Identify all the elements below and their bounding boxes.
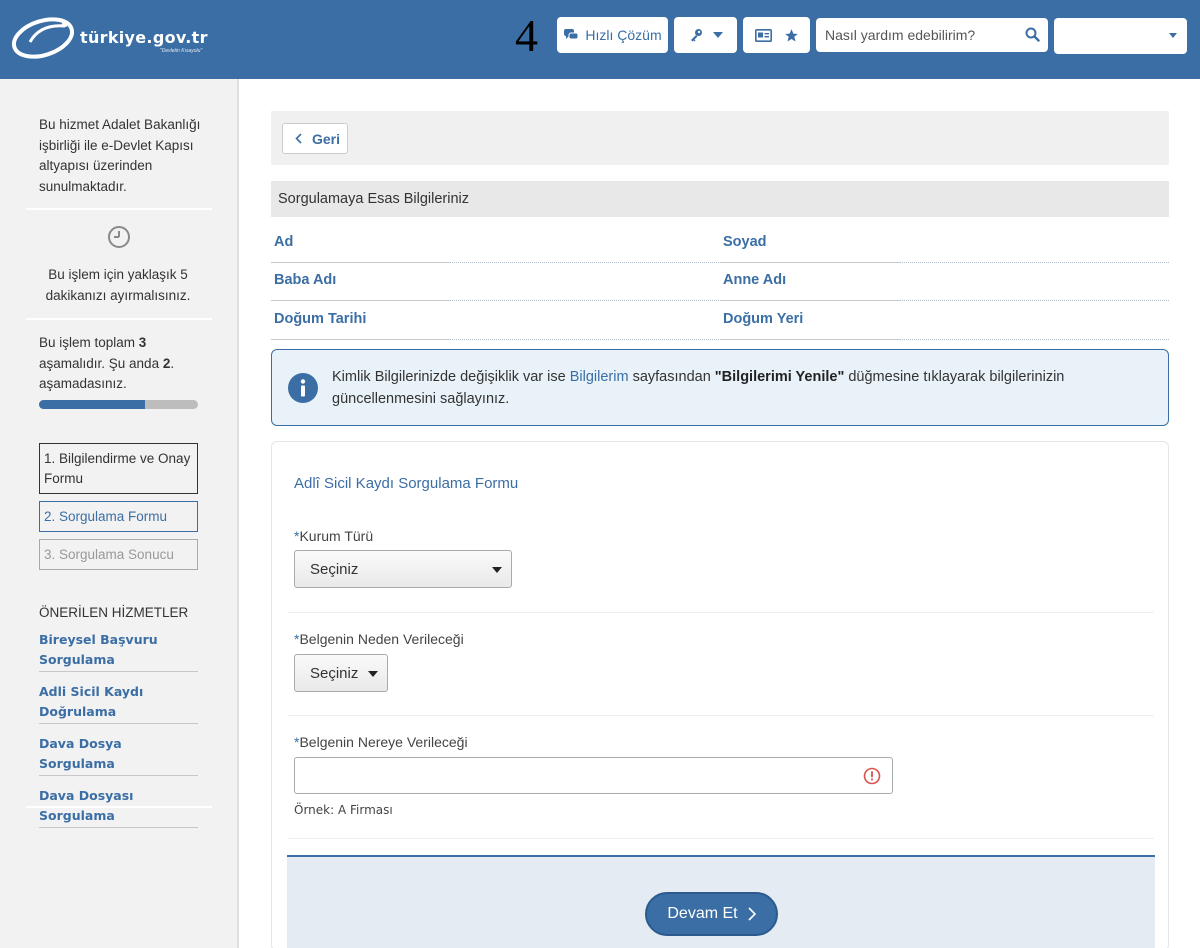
key-icon <box>690 29 702 42</box>
back-label: Geri <box>312 130 341 147</box>
left-sidebar: Bu hizmet Adalet Bakanlığı işbirliği ile… <box>0 79 237 948</box>
query-info-title: Sorgulamaya Esas Bilgileriniz <box>271 181 1169 217</box>
row-underline <box>720 339 900 340</box>
user-menu-select[interactable] <box>1054 18 1187 54</box>
logo-slogan: "Devletin Kısayolu" <box>160 48 203 54</box>
nereye-label: *Belgenin Nereye Verileceği <box>294 734 468 750</box>
neden-value: Seçiniz <box>310 664 359 682</box>
logo-text: türkiye.gov.tr <box>80 28 208 47</box>
star-icon <box>784 28 798 41</box>
stage-progress-fill <box>39 400 146 409</box>
chevron-right-icon <box>748 907 756 921</box>
top-header: türkiye.gov.tr "Devletin Kısayolu" 4 Hız… <box>0 0 1200 79</box>
neden-label: *Belgenin Neden Verileceği <box>294 631 464 647</box>
estimated-time-info: Bu işlem için yaklaşık 5 dakikanızı ayır… <box>45 267 191 303</box>
stage-progress-bar <box>39 400 198 409</box>
identity-row: Baba Adı Anne Adı <box>271 263 1169 301</box>
label-soyad: Soyad <box>723 234 767 250</box>
chat-bubbles-icon <box>564 29 579 40</box>
caret-down-icon <box>492 567 502 573</box>
id-card-icon <box>754 28 772 42</box>
kurum-turu-select[interactable]: Seçiniz <box>294 550 512 588</box>
login-dropdown-button[interactable] <box>674 17 737 53</box>
id-card-favorites-button[interactable] <box>743 17 810 53</box>
field-divider <box>288 715 1154 716</box>
stage-info: Bu işlem toplam 3 aşamalıdır. Şu anda 2.… <box>39 335 175 391</box>
back-button[interactable]: Geri <box>282 123 348 154</box>
main-content: Geri Sorgulamaya Esas Bilgileriniz Ad So… <box>237 79 1200 948</box>
row-underline <box>271 339 451 340</box>
recommended-link[interactable]: Dava Dosya Sorgulama <box>39 734 198 776</box>
step-item-query-result: 3. Sorgulama Sonucu <box>39 539 198 570</box>
clock-icon <box>108 226 130 248</box>
error-icon <box>863 767 881 785</box>
field-divider <box>288 838 1154 839</box>
caret-down-icon <box>1169 33 1177 38</box>
turkiye-gov-logo[interactable]: türkiye.gov.tr "Devletin Kısayolu" <box>10 12 220 64</box>
recommended-services-title: ÖNERİLEN HİZMETLER <box>39 605 189 620</box>
info-alert-text: Kimlik Bilgilerinizde değişiklik var ise… <box>332 369 1065 407</box>
field-divider <box>288 612 1154 613</box>
label-anne-adi: Anne Adı <box>723 272 787 288</box>
info-icon <box>288 373 318 403</box>
submit-area: Devam Et <box>287 855 1155 948</box>
step-item-query-form[interactable]: 2. Sorgulama Formu <box>39 501 198 532</box>
info-alert: Kimlik Bilgilerinizde değişiklik var ise… <box>271 349 1169 426</box>
caret-down-icon <box>368 671 378 677</box>
search-icon[interactable] <box>1025 27 1040 42</box>
chevron-left-icon <box>295 133 302 144</box>
label-dogum-tarihi: Doğum Tarihi <box>274 311 367 327</box>
quick-solution-label: Hızlı Çözüm <box>585 27 662 43</box>
service-provider-info: Bu hizmet Adalet Bakanlığı işbirliği ile… <box>39 117 201 194</box>
nereye-input[interactable] <box>295 758 855 793</box>
sidebar-divider <box>26 806 212 808</box>
nereye-hint: Örnek: A Firması <box>294 803 393 817</box>
label-ad: Ad <box>274 234 294 250</box>
recommended-link[interactable]: Bireysel Başvuru Sorgulama <box>39 630 198 672</box>
kurum-turu-label: *Kurum Türü <box>294 528 374 544</box>
back-bar: Geri <box>271 111 1169 165</box>
row-underline <box>271 300 451 301</box>
form-title: Adlî Sicil Kaydı Sorgulama Formu <box>294 475 519 492</box>
nereye-field <box>294 757 893 794</box>
label-dogum-yeri: Doğum Yeri <box>723 311 804 327</box>
label-baba-adi: Baba Adı <box>274 272 337 288</box>
search-input[interactable] <box>816 18 1016 52</box>
continue-button[interactable]: Devam Et <box>645 892 778 936</box>
recommended-link[interactable]: Adli Sicil Kaydı Doğrulama <box>39 682 198 724</box>
bilgilerim-link[interactable]: Bilgilerim <box>570 369 629 385</box>
step-item-information[interactable]: 1. Bilgilendirme ve Onay Formu <box>39 443 198 494</box>
sidebar-divider <box>26 208 212 210</box>
logo-emblem-icon <box>11 17 75 59</box>
search-box <box>816 18 1048 52</box>
identity-row: Doğum Tarihi Doğum Yeri <box>271 302 1169 340</box>
kurum-turu-value: Seçiniz <box>310 560 359 578</box>
neden-select[interactable]: Seçiniz <box>294 654 388 692</box>
quick-solution-button[interactable]: Hızlı Çözüm <box>557 17 668 53</box>
step-list: 1. Bilgilendirme ve Onay Formu 2. Sorgul… <box>39 443 198 577</box>
identity-row: Ad Soyad <box>271 225 1169 263</box>
continue-label: Devam Et <box>667 905 738 922</box>
sidebar-divider <box>26 318 212 320</box>
row-underline <box>720 300 900 301</box>
query-form-card: Adlî Sicil Kaydı Sorgulama Formu *Kurum … <box>271 441 1169 948</box>
chevron-down-icon <box>712 32 723 38</box>
step-number-overlay: 4 <box>515 10 538 61</box>
